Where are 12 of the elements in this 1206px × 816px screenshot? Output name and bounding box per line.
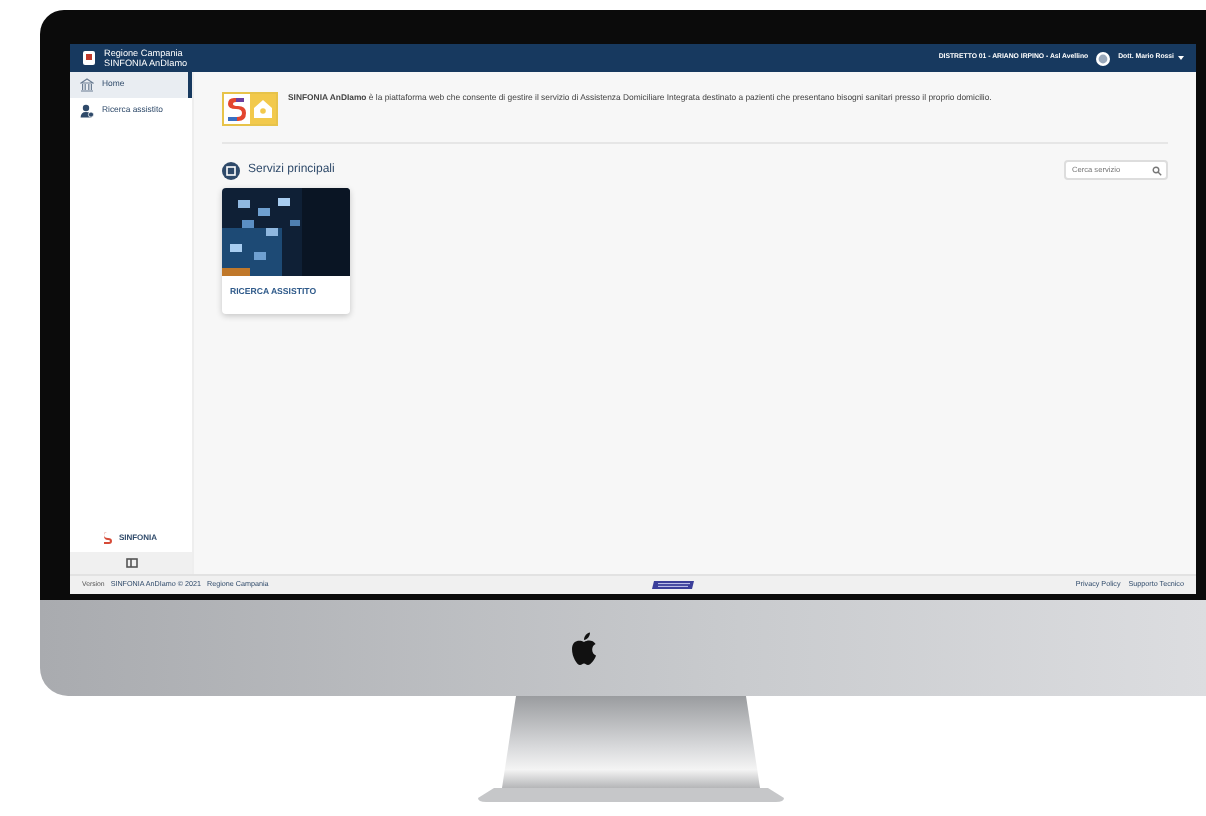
user-icon <box>80 104 94 118</box>
avatar-icon[interactable] <box>1096 51 1111 65</box>
crest-icon <box>82 50 96 66</box>
partner-logo-icon <box>650 580 695 590</box>
home-icon <box>80 78 94 92</box>
caret-icon <box>1178 55 1184 60</box>
logo-icon <box>569 631 597 665</box>
logo-icon <box>104 532 115 544</box>
collapse-icon[interactable] <box>125 558 137 568</box>
services-icon <box>222 161 240 179</box>
app-logo <box>222 92 278 126</box>
search-icon[interactable] <box>1152 165 1162 175</box>
